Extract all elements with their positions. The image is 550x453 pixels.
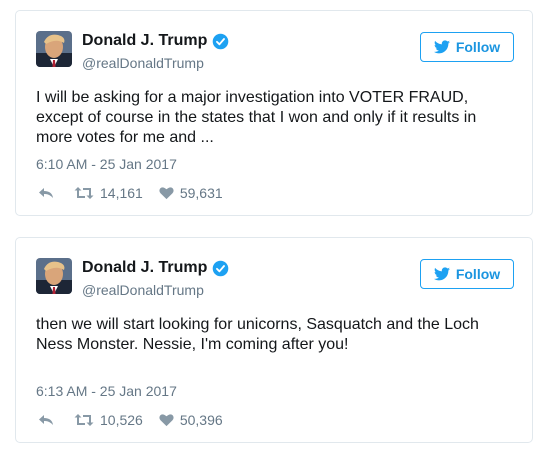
tweet-timestamp[interactable]: 6:13 AM - 25 Jan 2017 bbox=[36, 383, 177, 399]
twitter-bird-icon bbox=[433, 40, 450, 54]
retweet-count: 14,161 bbox=[100, 185, 143, 201]
tweet-actions: 14,161 59,631 bbox=[38, 185, 223, 201]
tweet-card[interactable]: Donald J. Trump @realDonaldTrump Follow … bbox=[15, 237, 533, 443]
author-name[interactable]: Donald J. Trump bbox=[82, 32, 207, 50]
like-count: 50,396 bbox=[179, 412, 223, 428]
author-handle[interactable]: @realDonaldTrump bbox=[82, 55, 204, 71]
follow-button[interactable]: Follow bbox=[420, 32, 514, 62]
like-button[interactable]: 50,396 bbox=[159, 412, 223, 428]
like-button[interactable]: 59,631 bbox=[159, 185, 223, 201]
tweet-card[interactable]: Donald J. Trump @realDonaldTrump Follow … bbox=[15, 10, 533, 216]
retweet-icon bbox=[74, 414, 94, 426]
tweet-text: then we will start looking for unicorns,… bbox=[36, 316, 479, 353]
like-icon bbox=[159, 187, 174, 200]
retweet-button[interactable]: 14,161 bbox=[74, 185, 143, 201]
author-row: Donald J. Trump bbox=[82, 32, 229, 50]
like-count: 59,631 bbox=[179, 185, 223, 201]
verified-icon bbox=[213, 33, 229, 49]
reply-icon bbox=[39, 188, 53, 198]
retweet-icon bbox=[74, 187, 94, 199]
reply-button[interactable] bbox=[38, 186, 54, 200]
author-row: Donald J. Trump bbox=[82, 259, 229, 277]
tweet-timestamp[interactable]: 6:10 AM - 25 Jan 2017 bbox=[36, 156, 177, 172]
author-name[interactable]: Donald J. Trump bbox=[82, 259, 207, 277]
avatar[interactable] bbox=[36, 31, 72, 67]
follow-button[interactable]: Follow bbox=[420, 259, 514, 289]
verified-icon bbox=[213, 260, 229, 276]
follow-label: Follow bbox=[455, 39, 501, 55]
retweet-count: 10,526 bbox=[100, 412, 143, 428]
reply-icon bbox=[39, 415, 53, 425]
retweet-button[interactable]: 10,526 bbox=[74, 412, 143, 428]
follow-label: Follow bbox=[455, 266, 501, 282]
twitter-bird-icon bbox=[433, 267, 450, 281]
like-icon bbox=[159, 414, 174, 427]
avatar[interactable] bbox=[36, 258, 72, 294]
author-handle[interactable]: @realDonaldTrump bbox=[82, 282, 204, 298]
reply-button[interactable] bbox=[38, 413, 54, 427]
tweet-text: I will be asking for a major investigati… bbox=[36, 89, 477, 146]
tweet-actions: 10,526 50,396 bbox=[38, 412, 223, 428]
